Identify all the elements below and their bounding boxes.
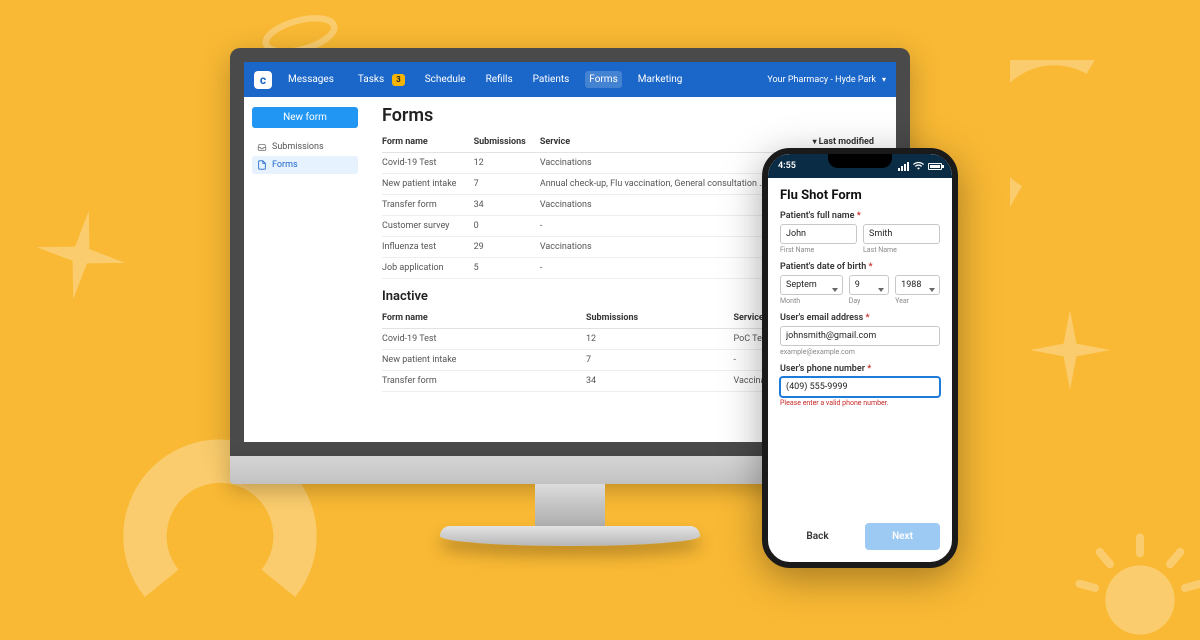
cell-submissions: 34 bbox=[586, 371, 734, 392]
col-submissions[interactable]: Submissions bbox=[474, 132, 540, 153]
cell-form-name: Transfer form bbox=[382, 371, 586, 392]
pharmacy-selector[interactable]: Your Pharmacy - Hyde Park ▾ bbox=[767, 75, 886, 85]
dob-day-sublabel: Day bbox=[849, 297, 889, 305]
phone-status-bar: 4:55 bbox=[768, 154, 952, 178]
bg-sparkle-right bbox=[1030, 310, 1110, 390]
monitor-neck bbox=[535, 484, 605, 526]
nav-forms[interactable]: Forms bbox=[585, 71, 621, 88]
phone-input[interactable] bbox=[780, 377, 940, 397]
status-time: 4:55 bbox=[778, 161, 796, 171]
email-input[interactable] bbox=[780, 326, 940, 346]
cell-submissions: 12 bbox=[474, 153, 540, 174]
dob-year-select[interactable]: 1988 bbox=[895, 275, 940, 295]
full-name-label: Patient's full name * bbox=[780, 211, 940, 221]
nav-marketing[interactable]: Marketing bbox=[634, 71, 687, 88]
cell-submissions: 0 bbox=[474, 216, 540, 237]
status-icons bbox=[898, 161, 942, 172]
nav-refills[interactable]: Refills bbox=[482, 71, 517, 88]
dob-day-select[interactable]: 9 bbox=[849, 275, 889, 295]
form-title: Flu Shot Form bbox=[780, 188, 940, 203]
signal-icon bbox=[898, 162, 909, 171]
cell-form-name: Customer survey bbox=[382, 216, 474, 237]
phone-notch bbox=[828, 154, 892, 168]
cell-submissions: 29 bbox=[474, 237, 540, 258]
last-name-input[interactable] bbox=[863, 224, 940, 244]
nav-tasks[interactable]: Tasks 3 bbox=[350, 68, 409, 91]
nav-schedule[interactable]: Schedule bbox=[421, 71, 470, 88]
battery-icon bbox=[928, 163, 942, 170]
app-logo-icon: c bbox=[254, 71, 272, 89]
sidebar-item-submissions[interactable]: Submissions bbox=[252, 138, 358, 156]
cell-submissions: 12 bbox=[586, 329, 734, 350]
sidebar-item-forms[interactable]: Forms bbox=[252, 156, 358, 174]
cell-submissions: 7 bbox=[586, 350, 734, 371]
document-icon bbox=[257, 160, 267, 170]
topbar: c Messages Tasks 3 Schedule Refills Pati… bbox=[244, 62, 896, 97]
first-name-sublabel: First Name bbox=[780, 246, 857, 254]
nav-patients[interactable]: Patients bbox=[529, 71, 574, 88]
cell-submissions: 34 bbox=[474, 195, 540, 216]
col-form-name[interactable]: Form name bbox=[382, 308, 586, 329]
col-form-name[interactable]: Form name bbox=[382, 132, 474, 153]
nav-tasks-label: Tasks bbox=[354, 71, 388, 88]
inbox-icon bbox=[257, 142, 267, 152]
cell-submissions: 7 bbox=[474, 174, 540, 195]
back-button[interactable]: Back bbox=[780, 523, 855, 550]
phone-label: User's phone number * bbox=[780, 364, 940, 374]
next-button[interactable]: Next bbox=[865, 523, 940, 550]
sort-caret-icon: ▾ bbox=[813, 137, 817, 146]
monitor-base bbox=[440, 526, 700, 546]
cell-form-name: Job application bbox=[382, 258, 474, 279]
sidebar-item-label: Forms bbox=[272, 160, 298, 170]
pharmacy-selector-label: Your Pharmacy - Hyde Park bbox=[767, 75, 876, 85]
sidebar-item-label: Submissions bbox=[272, 142, 324, 152]
email-hint: example@example.com bbox=[780, 348, 940, 356]
cell-form-name: Covid-19 Test bbox=[382, 329, 586, 350]
tasks-badge: 3 bbox=[392, 74, 405, 86]
bg-half-sun-right bbox=[1060, 480, 1200, 640]
col-service[interactable]: Service bbox=[540, 132, 803, 153]
phone-form: Flu Shot Form Patient's full name * Firs… bbox=[768, 178, 952, 515]
chevron-down-icon: ▾ bbox=[882, 75, 886, 84]
col-submissions[interactable]: Submissions bbox=[586, 308, 734, 329]
dob-year-sublabel: Year bbox=[895, 297, 940, 305]
col-last-modified-label: Last modified bbox=[819, 137, 874, 147]
last-name-sublabel: Last Name bbox=[863, 246, 940, 254]
dob-month-select[interactable]: Septem bbox=[780, 275, 843, 295]
cell-form-name: Covid-19 Test bbox=[382, 153, 474, 174]
dob-month-sublabel: Month bbox=[780, 297, 843, 305]
bg-magnet-right bbox=[1010, 60, 1200, 270]
first-name-input[interactable] bbox=[780, 224, 857, 244]
nav-messages[interactable]: Messages bbox=[284, 71, 338, 88]
cell-form-name: New patient intake bbox=[382, 174, 474, 195]
cell-form-name: Transfer form bbox=[382, 195, 474, 216]
primary-nav: Messages Tasks 3 Schedule Refills Patien… bbox=[284, 68, 686, 91]
wifi-icon bbox=[913, 161, 924, 172]
cell-form-name: New patient intake bbox=[382, 350, 586, 371]
sidebar: New form Submissions Forms bbox=[244, 97, 366, 442]
cell-submissions: 5 bbox=[474, 258, 540, 279]
phone-error: Please enter a valid phone number. bbox=[780, 399, 940, 407]
mobile-phone: 4:55 Flu Shot Form Patient's full name *… bbox=[762, 148, 958, 568]
dob-label: Patient's date of birth * bbox=[780, 262, 940, 272]
phone-footer: Back Next bbox=[768, 515, 952, 562]
bg-sparkle-top-left bbox=[36, 210, 126, 300]
email-label: User's email address * bbox=[780, 313, 940, 323]
cell-form-name: Influenza test bbox=[382, 237, 474, 258]
page-title: Forms bbox=[382, 105, 880, 126]
new-form-button[interactable]: New form bbox=[252, 107, 358, 128]
